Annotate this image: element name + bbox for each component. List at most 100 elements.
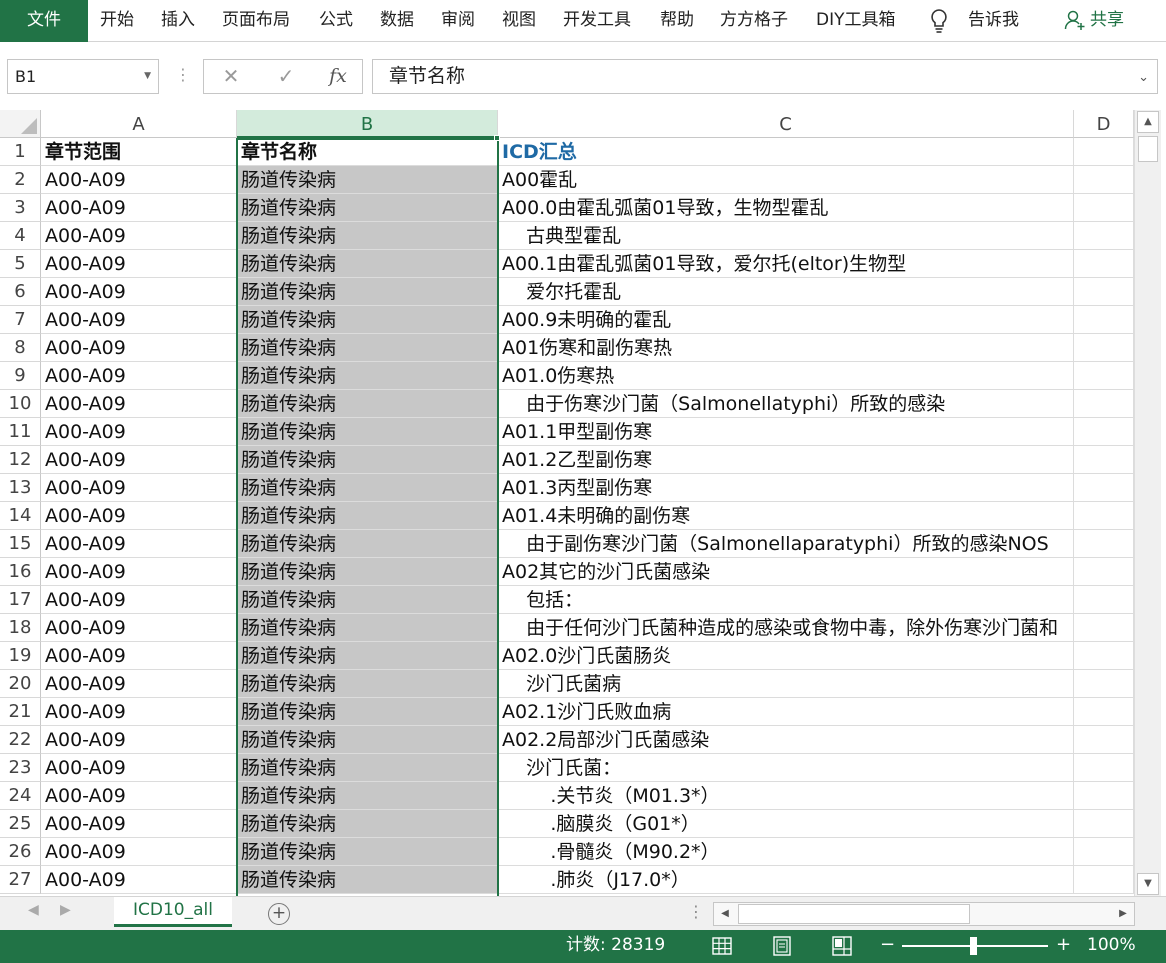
cell-c[interactable]: 由于任何沙门氏菌种造成的感染或食物中毒，除外伤寒沙门菌和	[498, 614, 1074, 642]
row-header[interactable]: 5	[0, 250, 41, 278]
cell-a[interactable]: A00-A09	[41, 642, 237, 670]
cell-c[interactable]: A01.0伤寒热	[498, 362, 1074, 390]
column-header-a[interactable]: A	[41, 110, 237, 138]
row-header[interactable]: 3	[0, 194, 41, 222]
tab-page-layout[interactable]: 页面布局	[222, 0, 290, 42]
row-header[interactable]: 14	[0, 502, 41, 530]
tab-fangfang[interactable]: 方方格子	[720, 0, 788, 42]
normal-view-icon[interactable]	[712, 936, 732, 956]
formula-input[interactable]: 章节名称 ⌄	[372, 59, 1158, 94]
chevron-down-icon[interactable]: ▼	[144, 60, 151, 93]
add-sheet-icon[interactable]: +	[268, 903, 290, 925]
cell-c[interactable]: 由于副伤寒沙门菌（Salmonellaparatyphi）所致的感染NOS	[498, 530, 1074, 558]
tab-split-grip-icon[interactable]: ⋮	[688, 902, 704, 921]
row-header[interactable]: 15	[0, 530, 41, 558]
cell-d[interactable]	[1074, 810, 1134, 838]
row-header[interactable]: 4	[0, 222, 41, 250]
cell-c[interactable]: A02.1沙门氏败血病	[498, 698, 1074, 726]
cell-a[interactable]: A00-A09	[41, 586, 237, 614]
tab-view[interactable]: 视图	[502, 0, 536, 42]
cell-a[interactable]: 章节范围	[41, 138, 237, 166]
cell-a[interactable]: A00-A09	[41, 446, 237, 474]
cell-a[interactable]: A00-A09	[41, 194, 237, 222]
row-header[interactable]: 16	[0, 558, 41, 586]
cell-b[interactable]: 肠道传染病	[237, 194, 498, 222]
cell-c[interactable]: A01伤寒和副伤寒热	[498, 334, 1074, 362]
zoom-out-button[interactable]: −	[880, 930, 895, 960]
lightbulb-icon[interactable]	[929, 8, 949, 34]
cell-b[interactable]: 肠道传染病	[237, 418, 498, 446]
cell-b[interactable]: 肠道传染病	[237, 782, 498, 810]
column-header-c[interactable]: C	[498, 110, 1074, 138]
tab-review[interactable]: 审阅	[441, 0, 475, 42]
cell-a[interactable]: A00-A09	[41, 782, 237, 810]
cell-b[interactable]: 肠道传染病	[237, 474, 498, 502]
cell-c[interactable]: A01.1甲型副伤寒	[498, 418, 1074, 446]
cell-b[interactable]: 肠道传染病	[237, 166, 498, 194]
cell-a[interactable]: A00-A09	[41, 166, 237, 194]
cell-d[interactable]	[1074, 642, 1134, 670]
cell-b[interactable]: 肠道传染病	[237, 446, 498, 474]
cell-d[interactable]	[1074, 446, 1134, 474]
vertical-scrollbar[interactable]: ▲ ▼	[1134, 110, 1161, 896]
cell-b[interactable]: 肠道传染病	[237, 306, 498, 334]
row-header[interactable]: 6	[0, 278, 41, 306]
cancel-icon[interactable]: ✕	[216, 60, 246, 93]
cell-b[interactable]: 肠道传染病	[237, 698, 498, 726]
select-all-button[interactable]	[0, 110, 41, 138]
cell-b[interactable]: 肠道传染病	[237, 530, 498, 558]
cell-b[interactable]: 肠道传染病	[237, 334, 498, 362]
row-header[interactable]: 1	[0, 138, 41, 166]
zoom-percentage[interactable]: 100%	[1087, 930, 1136, 961]
cell-c[interactable]: A00霍乱	[498, 166, 1074, 194]
cell-c[interactable]: .脑膜炎（G01*）	[498, 810, 1074, 838]
cell-c[interactable]: A01.2乙型副伤寒	[498, 446, 1074, 474]
zoom-in-button[interactable]: +	[1056, 930, 1071, 960]
cell-d[interactable]	[1074, 782, 1134, 810]
tab-data[interactable]: 数据	[380, 0, 414, 42]
cell-d[interactable]	[1074, 362, 1134, 390]
cell-d[interactable]	[1074, 222, 1134, 250]
row-header[interactable]: 25	[0, 810, 41, 838]
cell-d[interactable]	[1074, 558, 1134, 586]
cell-b[interactable]: 肠道传染病	[237, 754, 498, 782]
cell-c[interactable]: 由于伤寒沙门菌（Salmonellatyphi）所致的感染	[498, 390, 1074, 418]
column-header-b[interactable]: B	[237, 110, 498, 138]
cell-a[interactable]: A00-A09	[41, 530, 237, 558]
cell-c[interactable]: .肺炎（J17.0*）	[498, 866, 1074, 894]
cell-a[interactable]: A00-A09	[41, 670, 237, 698]
scroll-down-icon[interactable]: ▼	[1137, 873, 1159, 895]
cell-c[interactable]: 沙门氏菌病	[498, 670, 1074, 698]
cell-d[interactable]	[1074, 614, 1134, 642]
cell-d[interactable]	[1074, 390, 1134, 418]
cell-b[interactable]: 肠道传染病	[237, 866, 498, 894]
cell-a[interactable]: A00-A09	[41, 810, 237, 838]
cell-d[interactable]	[1074, 418, 1134, 446]
cell-d[interactable]	[1074, 698, 1134, 726]
column-header-d[interactable]: D	[1074, 110, 1134, 138]
cell-d[interactable]	[1074, 586, 1134, 614]
cell-c[interactable]: 古典型霍乱	[498, 222, 1074, 250]
horizontal-scroll-thumb[interactable]	[738, 904, 970, 924]
cell-d[interactable]	[1074, 166, 1134, 194]
sheet-tab-icd10-all[interactable]: ICD10_all	[114, 897, 232, 927]
scroll-up-icon[interactable]: ▲	[1137, 111, 1159, 133]
cell-a[interactable]: A00-A09	[41, 726, 237, 754]
cell-c[interactable]: A01.3丙型副伤寒	[498, 474, 1074, 502]
prev-sheet-icon[interactable]: ◀	[28, 902, 39, 918]
cell-c[interactable]: A00.9未明确的霍乱	[498, 306, 1074, 334]
tab-home[interactable]: 开始	[100, 0, 134, 42]
cell-d[interactable]	[1074, 278, 1134, 306]
cell-a[interactable]: A00-A09	[41, 418, 237, 446]
cell-c[interactable]: .关节炎（M01.3*）	[498, 782, 1074, 810]
cell-c[interactable]: ICD汇总	[498, 138, 1074, 166]
tab-developer[interactable]: 开发工具	[563, 0, 631, 42]
cell-b[interactable]: 章节名称	[237, 138, 498, 166]
row-header[interactable]: 19	[0, 642, 41, 670]
cell-a[interactable]: A00-A09	[41, 754, 237, 782]
horizontal-scrollbar[interactable]: ◀ ▶	[713, 902, 1135, 926]
cell-d[interactable]	[1074, 530, 1134, 558]
row-header[interactable]: 18	[0, 614, 41, 642]
tab-diy-toolbox[interactable]: DIY工具箱	[816, 0, 896, 42]
cell-a[interactable]: A00-A09	[41, 698, 237, 726]
